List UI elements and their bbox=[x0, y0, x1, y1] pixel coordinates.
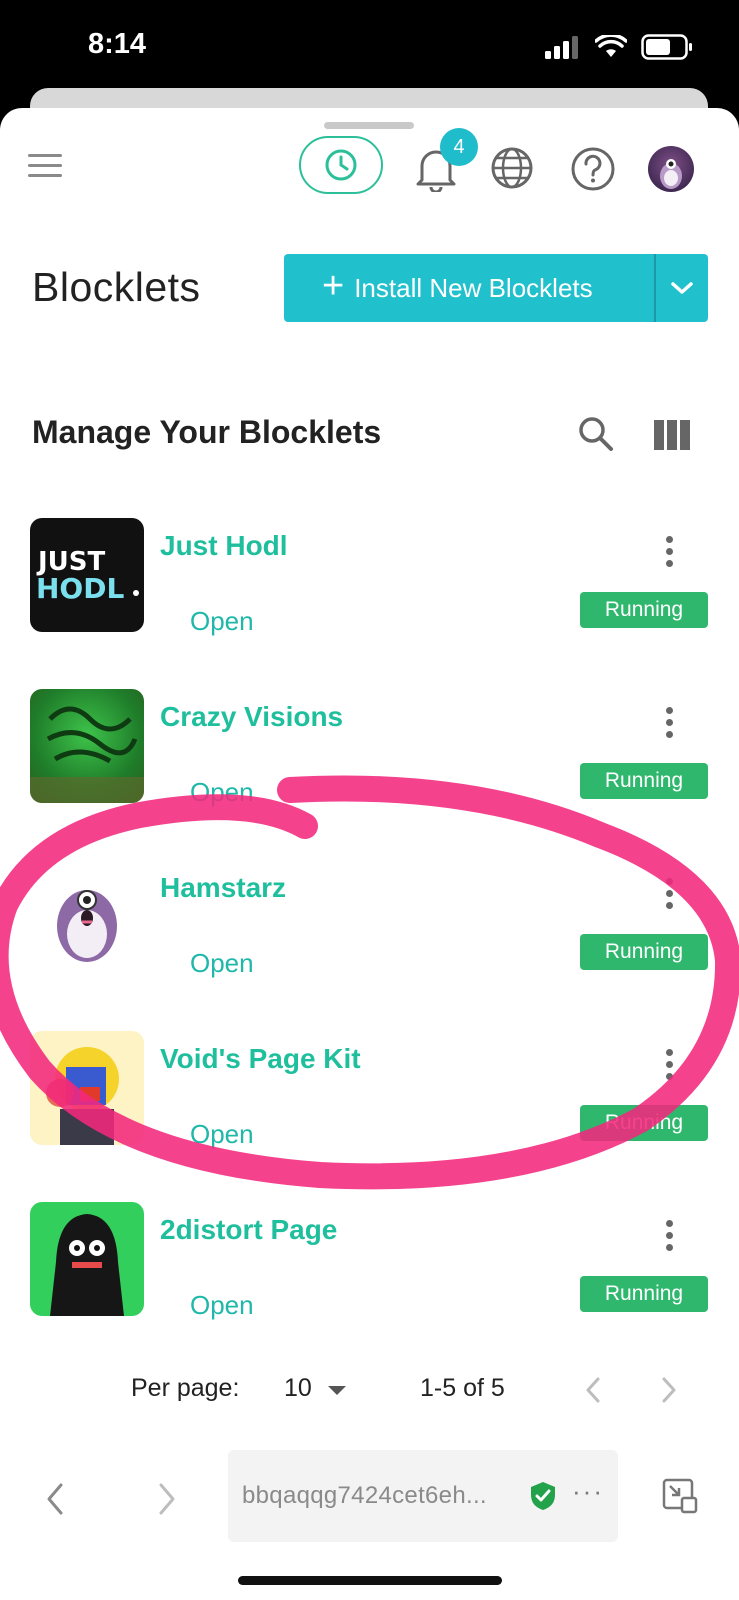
user-avatar[interactable] bbox=[648, 146, 694, 192]
blocklet-name[interactable]: Just Hodl bbox=[160, 530, 288, 562]
hamster-character-image bbox=[57, 890, 117, 962]
browser-back-icon[interactable] bbox=[44, 1482, 66, 1516]
blocklet-row: 2distort Page Open Running bbox=[0, 1200, 739, 1371]
blocklet-row: JUST HODL Just Hodl Open Running bbox=[0, 516, 739, 687]
hamburger-menu-icon[interactable] bbox=[28, 154, 62, 178]
chevron-down-icon bbox=[671, 282, 693, 294]
clock-icon bbox=[325, 149, 357, 181]
activity-clock-button[interactable] bbox=[299, 136, 383, 194]
page-range-text: 1-5 of 5 bbox=[420, 1374, 505, 1402]
more-options-icon[interactable] bbox=[664, 536, 674, 572]
status-bar: 8:14 bbox=[0, 0, 739, 100]
graffiti-art-image bbox=[30, 706, 144, 803]
just-hodl-logo-image: JUST HODL bbox=[36, 547, 139, 605]
chevron-right-icon[interactable] bbox=[660, 1376, 678, 1404]
status-badge: Running bbox=[580, 592, 708, 628]
status-badge: Running bbox=[580, 934, 708, 970]
install-button-label: Install New Blocklets bbox=[354, 272, 593, 303]
url-text: bbqaqqg7424cet6eh... bbox=[242, 1482, 487, 1509]
status-badge: Running bbox=[580, 763, 708, 799]
plus-icon: + bbox=[322, 265, 345, 307]
pagination: Per page: 10 1-5 of 5 bbox=[0, 1370, 739, 1410]
status-badge: Running bbox=[580, 1276, 708, 1312]
help-question-icon[interactable] bbox=[570, 146, 616, 192]
status-badge: Running bbox=[580, 1105, 708, 1141]
sheet-grabber[interactable] bbox=[324, 122, 414, 129]
hamster-avatar-icon bbox=[660, 159, 682, 189]
more-horizontal-icon[interactable]: ··· bbox=[572, 1476, 604, 1507]
open-link[interactable]: Open bbox=[190, 1119, 254, 1150]
per-page-label: Per page: bbox=[131, 1374, 240, 1402]
section-title: Manage Your Blocklets bbox=[32, 414, 382, 450]
hamstarz-logo bbox=[30, 860, 144, 974]
more-options-icon[interactable] bbox=[664, 1220, 674, 1256]
page-title: Blocklets bbox=[32, 264, 201, 310]
more-options-icon[interactable] bbox=[664, 1049, 674, 1085]
address-bar[interactable]: bbqaqqg7424cet6eh... ··· bbox=[228, 1450, 618, 1542]
notification-count-badge: 4 bbox=[440, 128, 478, 166]
more-options-icon[interactable] bbox=[664, 707, 674, 743]
blocklet-name[interactable]: 2distort Page bbox=[160, 1214, 337, 1246]
globe-language-icon[interactable] bbox=[490, 146, 534, 190]
2distort-page-logo bbox=[30, 1202, 144, 1316]
svg-text:HODL: HODL bbox=[36, 572, 124, 605]
search-icon[interactable] bbox=[576, 414, 616, 454]
blocklet-name[interactable]: Crazy Visions bbox=[160, 701, 343, 733]
blocklet-name[interactable]: Hamstarz bbox=[160, 872, 286, 904]
more-options-icon[interactable] bbox=[664, 878, 674, 914]
just-hodl-logo: JUST HODL bbox=[30, 518, 144, 632]
per-page-select[interactable]: 10 bbox=[284, 1374, 312, 1403]
battery-icon bbox=[641, 34, 692, 60]
open-link[interactable]: Open bbox=[190, 777, 254, 808]
hooded-figure-image bbox=[50, 1214, 124, 1316]
picture-in-picture-icon[interactable] bbox=[662, 1478, 698, 1514]
blocklet-row: Void's Page Kit Open Running bbox=[0, 1029, 739, 1200]
blocklet-list: JUST HODL Just Hodl Open Running Crazy V… bbox=[0, 516, 739, 1371]
verified-shield-icon bbox=[531, 1482, 555, 1510]
home-indicator bbox=[238, 1576, 502, 1585]
install-dropdown-toggle[interactable] bbox=[656, 280, 708, 296]
open-link[interactable]: Open bbox=[190, 1290, 254, 1321]
install-main-action[interactable]: + Install New Blocklets bbox=[284, 254, 654, 322]
blocklet-row: Crazy Visions Open Running bbox=[0, 687, 739, 858]
browser-forward-icon[interactable] bbox=[156, 1482, 178, 1516]
app-sheet: 4 Blocklets + Install New Blocklets Mana… bbox=[0, 108, 739, 1600]
blocklet-name[interactable]: Void's Page Kit bbox=[160, 1043, 361, 1075]
pixel-character-image bbox=[46, 1047, 119, 1145]
voids-page-kit-logo bbox=[30, 1031, 144, 1145]
status-icons bbox=[545, 34, 693, 60]
open-link[interactable]: Open bbox=[190, 948, 254, 979]
caret-down-icon[interactable] bbox=[328, 1386, 346, 1395]
open-link[interactable]: Open bbox=[190, 606, 254, 637]
wifi-icon bbox=[595, 35, 627, 57]
status-time: 8:14 bbox=[88, 28, 147, 60]
chevron-left-icon[interactable] bbox=[584, 1376, 602, 1404]
install-new-blocklets-button[interactable]: + Install New Blocklets bbox=[284, 254, 708, 322]
crazy-visions-logo bbox=[30, 689, 144, 803]
blocklet-row: Hamstarz Open Running bbox=[0, 858, 739, 1029]
view-columns-icon[interactable] bbox=[654, 420, 690, 450]
cellular-signal-icon bbox=[545, 36, 578, 59]
